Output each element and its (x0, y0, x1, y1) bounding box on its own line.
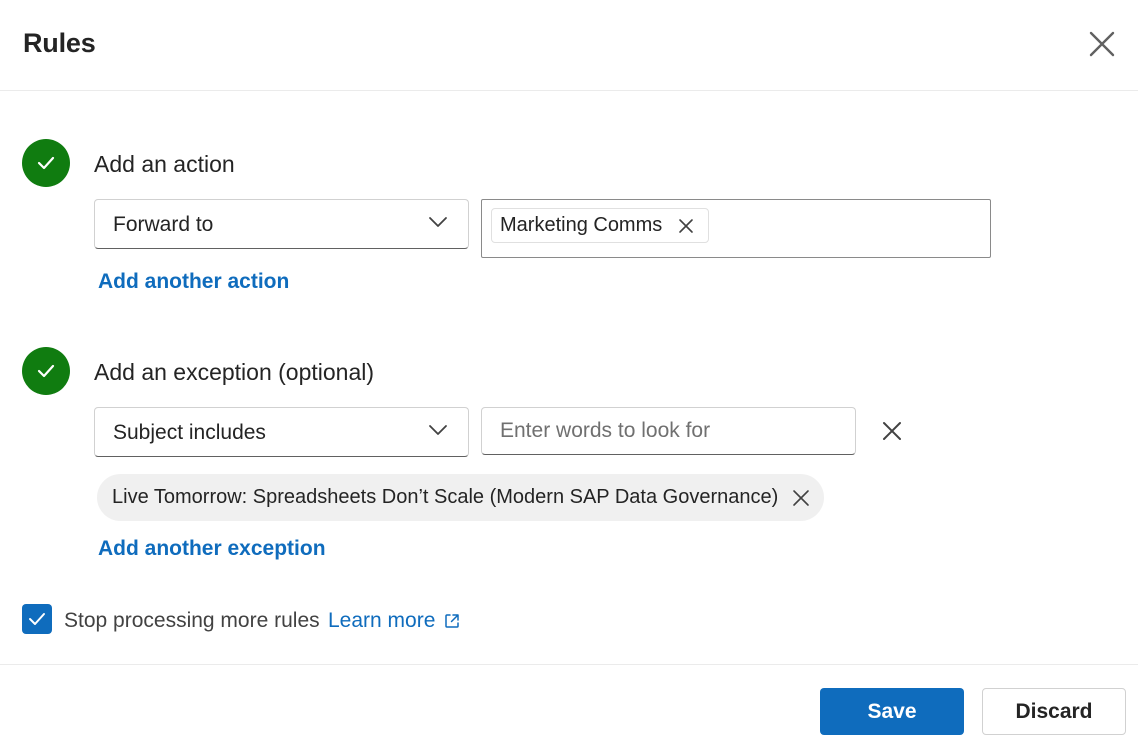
exception-words-input[interactable] (481, 407, 856, 455)
dialog-header: Rules (0, 0, 1138, 91)
add-another-action-link[interactable]: Add another action (98, 270, 289, 294)
exception-section-title: Add an exception (optional) (94, 359, 375, 385)
checkmark-icon (37, 156, 55, 170)
keyword-text: Live Tomorrow: Spreadsheets Don’t Scale … (112, 486, 779, 508)
exception-type-dropdown[interactable]: Subject includes (94, 407, 469, 457)
close-icon (883, 422, 901, 440)
checkmark-icon (29, 613, 45, 625)
action-complete-icon (22, 139, 70, 187)
dismiss-icon (679, 218, 694, 233)
recipient-picker[interactable]: Marketing Comms (481, 199, 991, 258)
recipient-pill: Marketing Comms (491, 208, 710, 243)
exception-type-value: Subject includes (113, 421, 266, 444)
dismiss-icon (793, 489, 810, 506)
remove-exception-button[interactable] (878, 417, 906, 445)
add-another-exception-link[interactable]: Add another exception (98, 537, 326, 561)
stop-processing-checkbox[interactable] (22, 604, 52, 634)
recipient-name: Marketing Comms (500, 214, 663, 236)
dialog-title: Rules (23, 28, 96, 58)
dialog-footer (0, 664, 1138, 751)
chevron-down-icon (429, 217, 447, 227)
exception-complete-icon (22, 347, 70, 395)
checkmark-icon (37, 364, 55, 378)
stop-processing-label: Stop processing more rules (64, 609, 320, 632)
remove-keyword-button[interactable] (792, 489, 810, 507)
save-button[interactable]: Save (820, 688, 964, 735)
learn-more-text: Learn more (328, 609, 436, 632)
close-icon (1089, 31, 1115, 57)
open-external-icon (444, 613, 460, 629)
action-type-value: Forward to (113, 213, 214, 236)
keyword-chip: Live Tomorrow: Spreadsheets Don’t Scale … (97, 474, 825, 521)
learn-more-link[interactable]: Learn more (328, 609, 460, 633)
close-button[interactable] (1084, 26, 1120, 62)
action-type-dropdown[interactable]: Forward to (94, 199, 469, 249)
discard-button[interactable]: Discard (982, 688, 1126, 735)
action-section-title: Add an action (94, 151, 235, 177)
chevron-down-icon (429, 425, 447, 435)
remove-recipient-button[interactable] (678, 218, 694, 234)
